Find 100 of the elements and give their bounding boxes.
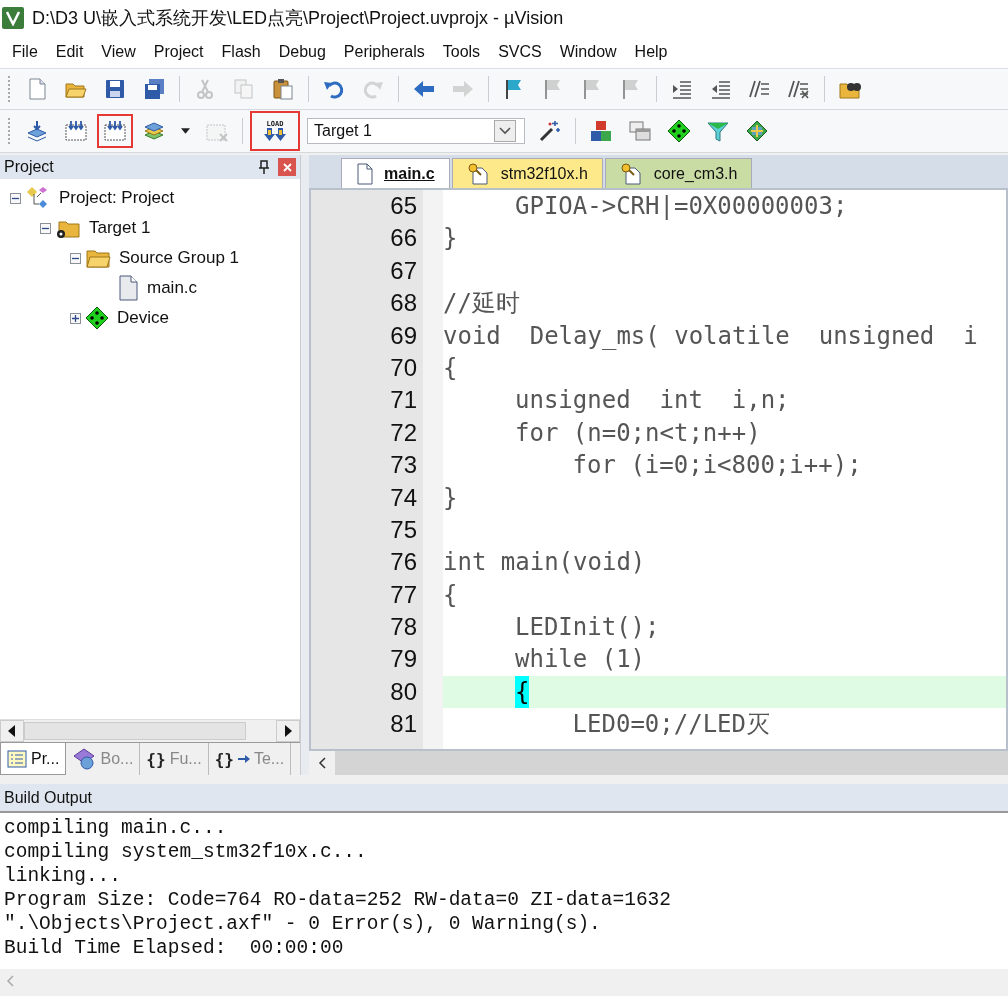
down-arrows-icon [264, 127, 286, 142]
code-line: for (i=0;i<800;i++); [572, 450, 862, 482]
line-number: 75 [390, 514, 417, 545]
output-line: ".\Objects\Project.axf" - 0 Error(s), 0 Warning(s). [4, 912, 602, 936]
horizontal-scrollbar[interactable] [309, 751, 1008, 775]
horizontal-scrollbar[interactable] [0, 719, 300, 742]
output-line: linking... [4, 864, 123, 888]
menu-item[interactable]: File [3, 39, 47, 65]
diamond-grid-icon [745, 119, 769, 143]
key-file-icon [466, 162, 491, 185]
close-button[interactable] [278, 158, 296, 176]
menu-item[interactable]: Flash [212, 39, 270, 65]
diamond-icon [667, 119, 691, 143]
code-line: { [443, 352, 458, 384]
code-line: int main(void) [443, 547, 646, 579]
collapse-button[interactable] [70, 252, 81, 264]
tree-item[interactable]: Target 1 [89, 218, 151, 238]
pin-icon[interactable] [258, 160, 270, 174]
line-number: 66 [390, 223, 417, 254]
grid-arrows-icon [64, 119, 88, 143]
file-tab[interactable]: stm32f10x.h [451, 158, 603, 188]
tree-item[interactable]: main.c [147, 278, 198, 298]
stack-arrow-icon [25, 119, 49, 143]
clipboard-icon [271, 77, 295, 101]
line-number: 74 [390, 482, 417, 513]
panel-tab[interactable]: {} Te... [208, 743, 292, 775]
funnel-icon [706, 119, 730, 143]
menu-item[interactable]: Edit [46, 39, 93, 65]
menu-item[interactable]: Debug [269, 39, 335, 65]
tree-item[interactable]: Source Group 1 [119, 248, 239, 268]
left-arrow-icon [8, 725, 16, 737]
right-arrow-icon [284, 725, 292, 737]
blocks-icon [589, 119, 613, 143]
chevron-left-icon [6, 975, 14, 987]
expand-button[interactable] [70, 312, 81, 324]
line-number: 76 [390, 547, 417, 578]
close-icon [282, 162, 292, 172]
file-tab[interactable]: core_cm3.h [604, 158, 753, 188]
windows-icon [628, 119, 652, 143]
code-line: LED0=0;//LED灭 [572, 709, 770, 741]
braces-glyph: {} [146, 749, 166, 769]
line-number: 69 [390, 320, 417, 351]
code-line: GPIOA->CRH|=0X00000003; [515, 191, 848, 222]
line-number: 79 [390, 644, 417, 675]
tree-item[interactable]: Device [117, 308, 169, 328]
window-title: D:\D3 U\嵌入式系统开发\LED点亮\Project\Project.uvprojx - µVision [32, 7, 564, 30]
file-tab[interactable]: main.c [341, 158, 450, 188]
line-number: 78 [390, 612, 417, 643]
code-line: { [443, 579, 458, 611]
menu-item[interactable]: Window [550, 39, 626, 65]
line-number: 70 [390, 352, 417, 383]
target-select[interactable]: Target 1 [307, 118, 525, 144]
grid-arrows-icon [103, 119, 127, 143]
panel-title: Build Output [4, 788, 93, 807]
line-number: 68 [390, 288, 417, 319]
right-arrow-icon [237, 754, 250, 764]
line-number: 65 [390, 191, 417, 221]
panel-tab[interactable]: {} Fu... [140, 743, 209, 775]
file-icon [117, 275, 139, 301]
code-line: //延时 [443, 288, 520, 320]
output-line: compiling system_stm32f10x.c... [4, 840, 368, 864]
code-line: } [443, 223, 458, 255]
braces-glyph: {} [214, 749, 234, 769]
code-line: } [443, 482, 458, 514]
collapse-button[interactable] [10, 192, 21, 204]
magic-wand-icon [538, 119, 562, 143]
code-line: void Delay_ms( volatile unsigned i [443, 320, 978, 352]
code-line: for (n=0;n<t;n++) [515, 417, 761, 449]
panel-tab[interactable]: Pr... [0, 743, 67, 775]
code-line: LEDInit(); [515, 612, 660, 644]
list-icon [7, 749, 27, 768]
menu-item[interactable]: View [92, 39, 145, 65]
line-number: 77 [390, 579, 417, 610]
panel-title: Project [4, 158, 54, 176]
key-file-icon [619, 162, 644, 185]
line-number: 67 [390, 255, 417, 286]
output-line: Build Time Elapsed: 00:00:00 [4, 936, 345, 960]
menu-item[interactable]: Project [144, 39, 213, 65]
menu-item[interactable]: Peripherals [334, 39, 434, 65]
tree-item[interactable]: Project: Project [59, 188, 175, 208]
line-number: 81 [390, 709, 417, 740]
line-number: 73 [390, 450, 417, 481]
menu-item[interactable]: Help [625, 39, 677, 65]
menu-item[interactable]: SVCS [489, 39, 551, 65]
line-number: 80 [390, 676, 417, 707]
line-number: 72 [390, 417, 417, 448]
caret-icon [181, 128, 190, 134]
toolbar-button[interactable] [97, 114, 133, 148]
plus-icon [72, 314, 79, 322]
tab-label: Pr... [31, 749, 60, 768]
diamond-icon [85, 306, 109, 330]
file-icon [356, 162, 374, 185]
collapse-button[interactable] [40, 222, 51, 234]
menu-item[interactable]: Tools [433, 39, 490, 65]
tab-label: Bo... [100, 750, 134, 768]
tab-label: Te... [253, 750, 285, 768]
output-line: Program Size: Code=764 RO-data=252 RW-data=0 ZI-data=1632 [4, 888, 672, 912]
line-number: 71 [390, 385, 417, 416]
floppy-disks-icon [142, 77, 166, 101]
chevron-left-icon [318, 757, 326, 769]
